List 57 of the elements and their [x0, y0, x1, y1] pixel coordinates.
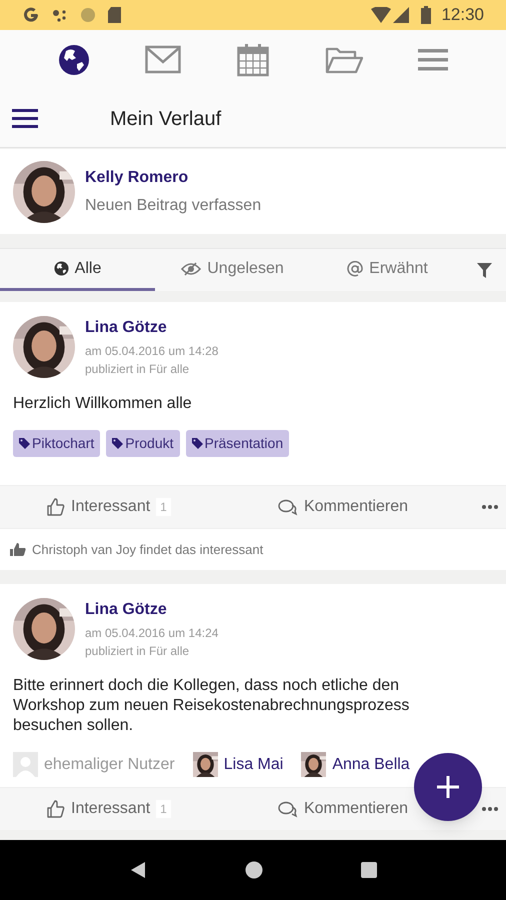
post-text: Herzlich Willkommen alle	[12, 394, 193, 414]
tag-chip[interactable]: Produkt	[106, 430, 180, 457]
folder-icon[interactable]	[324, 46, 363, 74]
like-count: 1	[156, 800, 171, 818]
more-icon[interactable]	[482, 807, 498, 811]
mentioned-user-link[interactable]: Anna Bella	[332, 752, 410, 776]
like-count: 1	[156, 498, 171, 516]
comments-icon	[278, 498, 298, 516]
filter-tab[interactable]: Erwähnt	[310, 249, 465, 291]
clock-time: 12:30	[441, 4, 484, 26]
tag-chip[interactable]: Piktochart	[13, 430, 100, 457]
page-title: Mein Verlauf	[110, 106, 222, 132]
tag-chip[interactable]: Präsentation	[186, 430, 290, 457]
thumbs-up-icon	[47, 498, 65, 516]
comment-button[interactable]: Kommentieren	[278, 797, 408, 821]
tag-icon	[19, 438, 30, 449]
wifi-icon	[371, 7, 392, 23]
interesting-button[interactable]: Interessant	[47, 797, 150, 821]
thumbs-up-icon	[47, 800, 65, 818]
tag-icon	[112, 438, 124, 449]
eye-slash-icon	[181, 262, 202, 276]
interesting-button[interactable]: Interessant	[47, 495, 150, 519]
author-name[interactable]: Lina Götze	[85, 598, 218, 622]
user-name[interactable]: Kelly Romero	[85, 166, 262, 190]
comment-button[interactable]: Kommentieren	[278, 495, 408, 519]
google-icon	[22, 6, 40, 24]
mentioned-user-link[interactable]: Lisa Mai	[224, 752, 284, 776]
filter-tab[interactable]: Alle	[0, 249, 155, 291]
at-icon	[347, 260, 364, 276]
post-text: Bitte erinnert doch die Kollegen, dass noch etliche den Workshop zum neuen Reisekostenabrechnungsprozess besuchen sollen.	[12, 676, 410, 736]
plus-icon	[437, 776, 459, 798]
mail-icon[interactable]	[145, 45, 182, 75]
filter-icon[interactable]	[477, 262, 492, 278]
tag-icon	[192, 438, 202, 449]
sd-card-icon	[108, 7, 121, 23]
globe-icon[interactable]	[58, 44, 90, 76]
post-date: am 05.04.2016 um 14:24	[85, 625, 218, 642]
compose-prompt[interactable]: Neuen Beitrag verfassen	[85, 194, 262, 218]
home-icon[interactable]	[245, 861, 263, 879]
filter-tab[interactable]: Ungelesen	[155, 249, 310, 291]
post-audience: publiziert in Für alle	[85, 643, 190, 660]
more-icon[interactable]	[482, 505, 498, 509]
circle-icon	[80, 7, 96, 23]
comments-icon	[278, 800, 298, 818]
dots-icon	[52, 8, 68, 22]
battery-icon	[421, 6, 432, 24]
back-icon[interactable]	[129, 861, 147, 879]
likers-text: Christoph van Joy findet das interessant	[32, 540, 264, 559]
globe-icon	[54, 261, 69, 276]
signal-icon	[393, 7, 410, 23]
thumbs-up-icon	[10, 543, 26, 556]
post-audience: publiziert in Für alle	[85, 361, 190, 378]
menu-icon[interactable]	[12, 108, 38, 130]
author-name[interactable]: Lina Götze	[85, 316, 218, 340]
calendar-icon[interactable]	[236, 43, 269, 77]
former-user-name: ehemaliger Nutzer	[44, 754, 175, 774]
post-date: am 05.04.2016 um 14:28	[85, 343, 218, 360]
